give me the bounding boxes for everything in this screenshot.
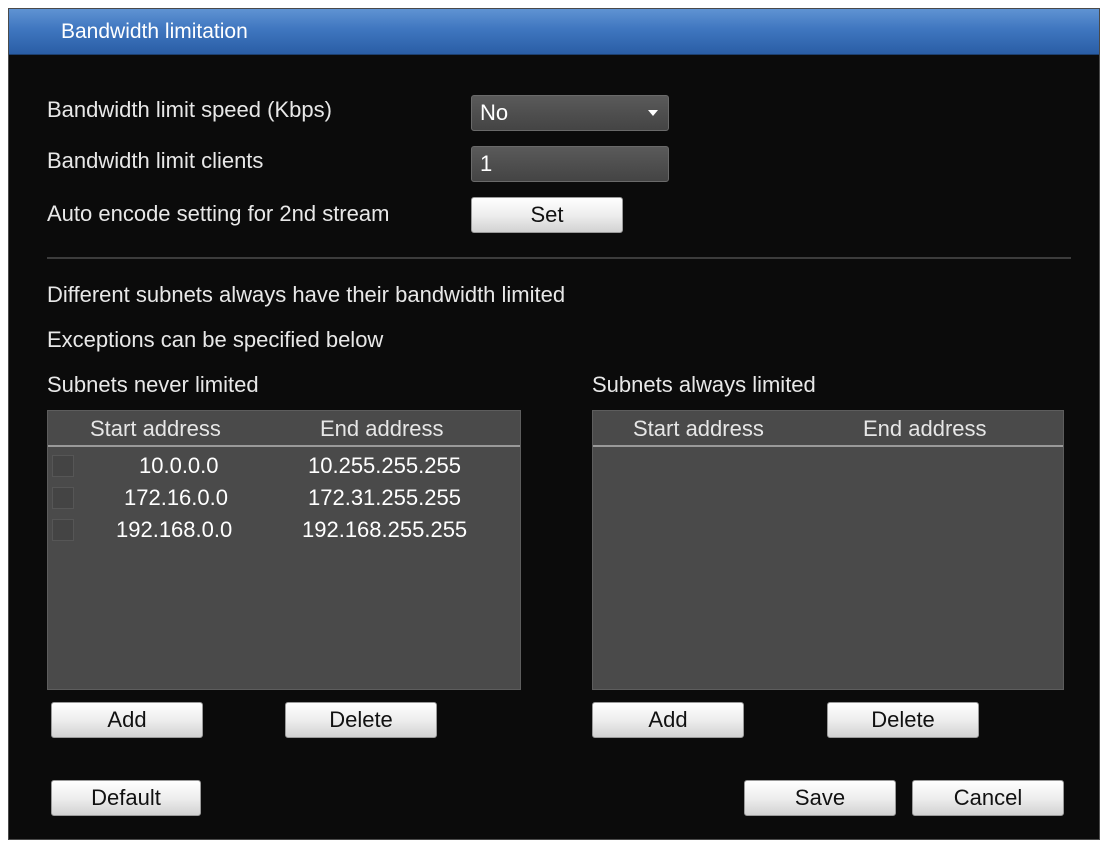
table-row[interactable]: 10.0.0.0 10.255.255.255 [48,451,520,483]
speed-select-value: No [480,100,509,125]
title-bar: Bandwidth limitation [9,9,1099,55]
end-address: 10.255.255.255 [308,453,461,478]
divider [47,257,1071,259]
end-address: 172.31.255.255 [308,485,461,510]
table-row[interactable]: 192.168.0.0 192.168.255.255 [48,515,520,547]
bandwidth-limitation-dialog: Bandwidth limitation Bandwidth limit spe… [8,8,1100,840]
clients-input-value: 1 [480,151,493,176]
end-address: 192.168.255.255 [302,517,468,542]
clients-label: Bandwidth limit clients [47,148,264,173]
never-limited-table: Start address End address 10.0.0.0 10.25… [47,410,521,690]
start-address: 172.16.0.0 [124,485,228,510]
cancel-button[interactable]: Cancel [912,780,1064,816]
row-checkbox[interactable] [52,519,74,541]
clients-input[interactable]: 1 [471,146,669,182]
row-checkbox[interactable] [52,487,74,509]
column-header-start: Start address [90,416,221,441]
never-limited-add-button[interactable]: Add [51,702,203,738]
info-line-exceptions: Exceptions can be specified below [47,327,384,352]
start-address: 10.0.0.0 [139,453,219,478]
table-header: Start address End address [48,411,520,447]
always-limited-table: Start address End address [592,410,1064,690]
always-limited-add-button[interactable]: Add [592,702,744,738]
default-button[interactable]: Default [51,780,201,816]
column-header-start: Start address [633,416,764,441]
table-row[interactable]: 172.16.0.0 172.31.255.255 [48,483,520,515]
start-address: 192.168.0.0 [116,517,233,542]
column-header-end: End address [863,416,987,441]
set-button[interactable]: Set [471,197,623,233]
never-limited-delete-button[interactable]: Delete [285,702,437,738]
speed-label: Bandwidth limit speed (Kbps) [47,97,332,122]
encode-label: Auto encode setting for 2nd stream [47,201,390,226]
never-limited-title: Subnets never limited [47,372,259,397]
always-limited-delete-button[interactable]: Delete [827,702,979,738]
info-line-subnets: Different subnets always have their band… [47,282,566,307]
always-limited-title: Subnets always limited [592,372,816,397]
save-button[interactable]: Save [744,780,896,816]
dialog-title: Bandwidth limitation [61,20,248,43]
row-checkbox[interactable] [52,455,74,477]
table-header: Start address End address [593,411,1063,447]
column-header-end: End address [320,416,444,441]
speed-select[interactable]: No [471,95,669,131]
chevron-down-icon [648,110,658,116]
